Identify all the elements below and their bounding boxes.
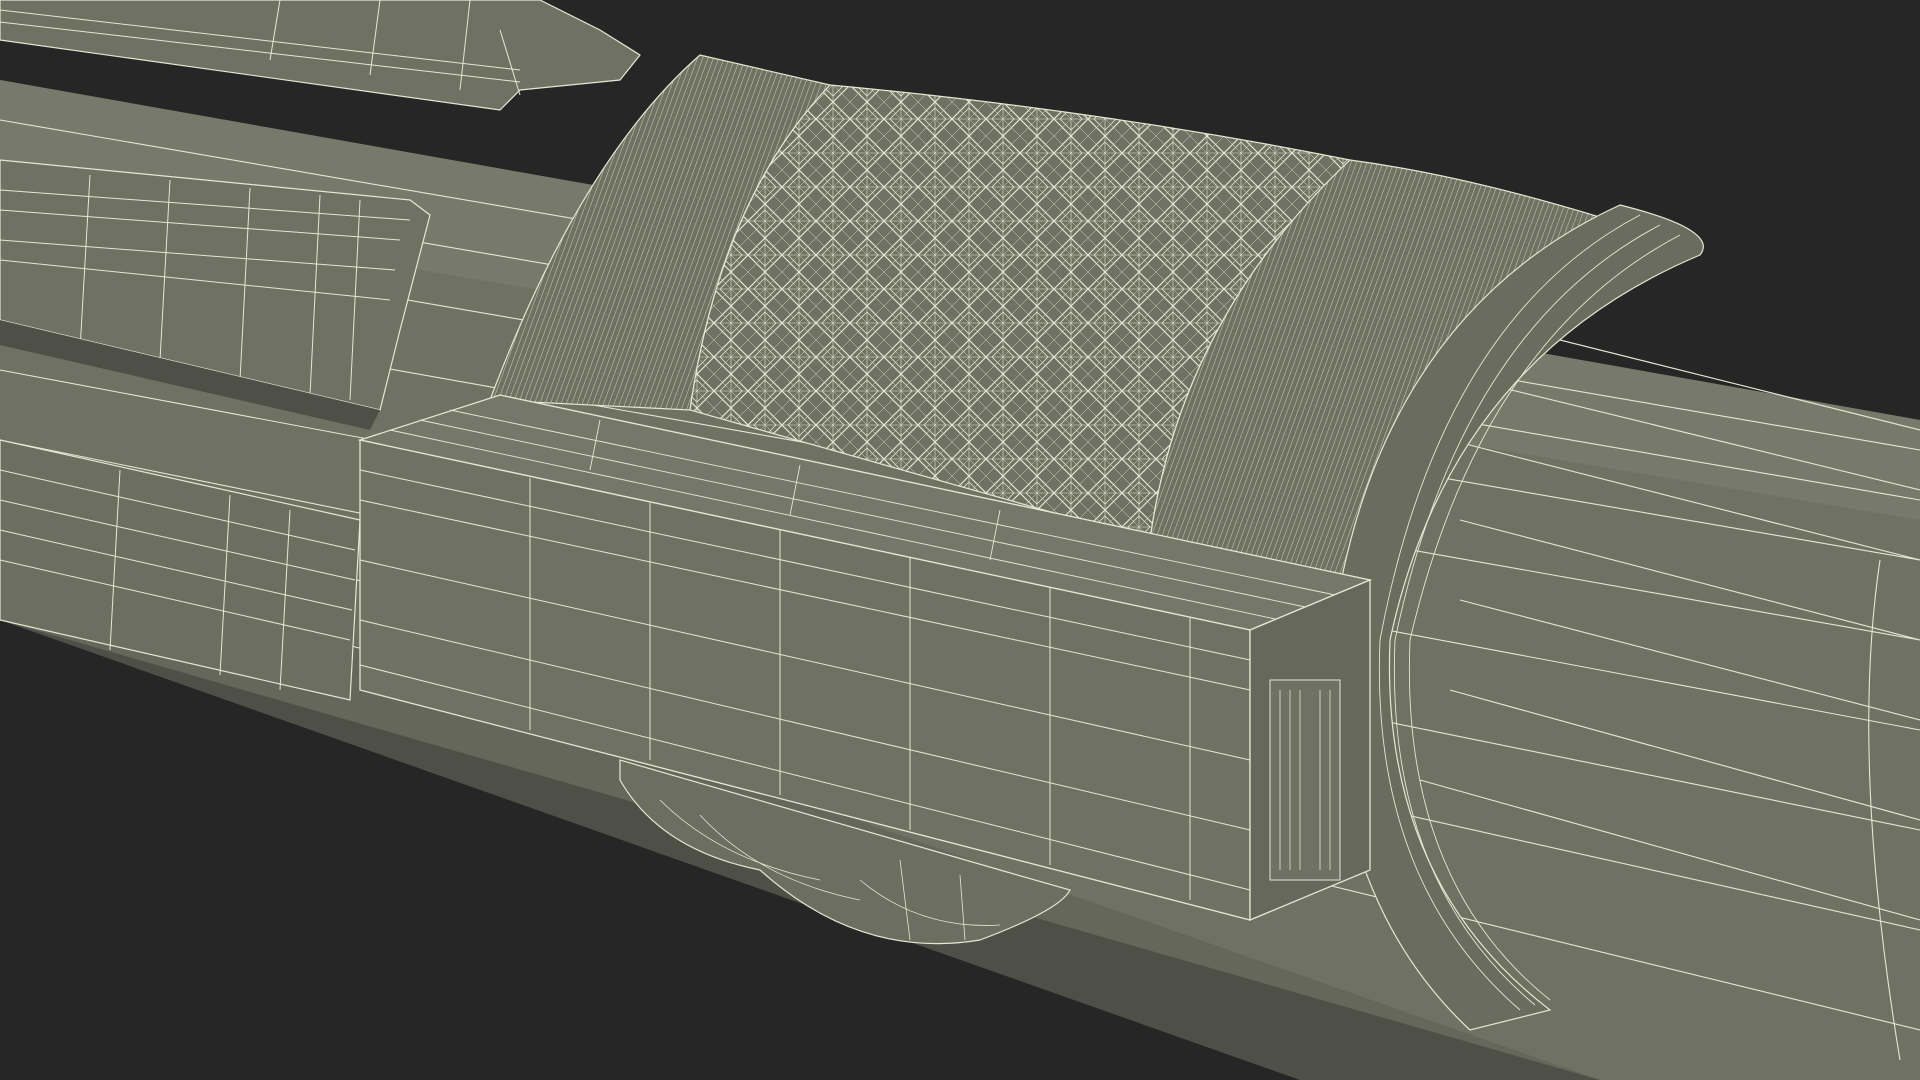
wireframe-render — [0, 0, 1920, 1080]
render-viewport — [0, 0, 1920, 1080]
